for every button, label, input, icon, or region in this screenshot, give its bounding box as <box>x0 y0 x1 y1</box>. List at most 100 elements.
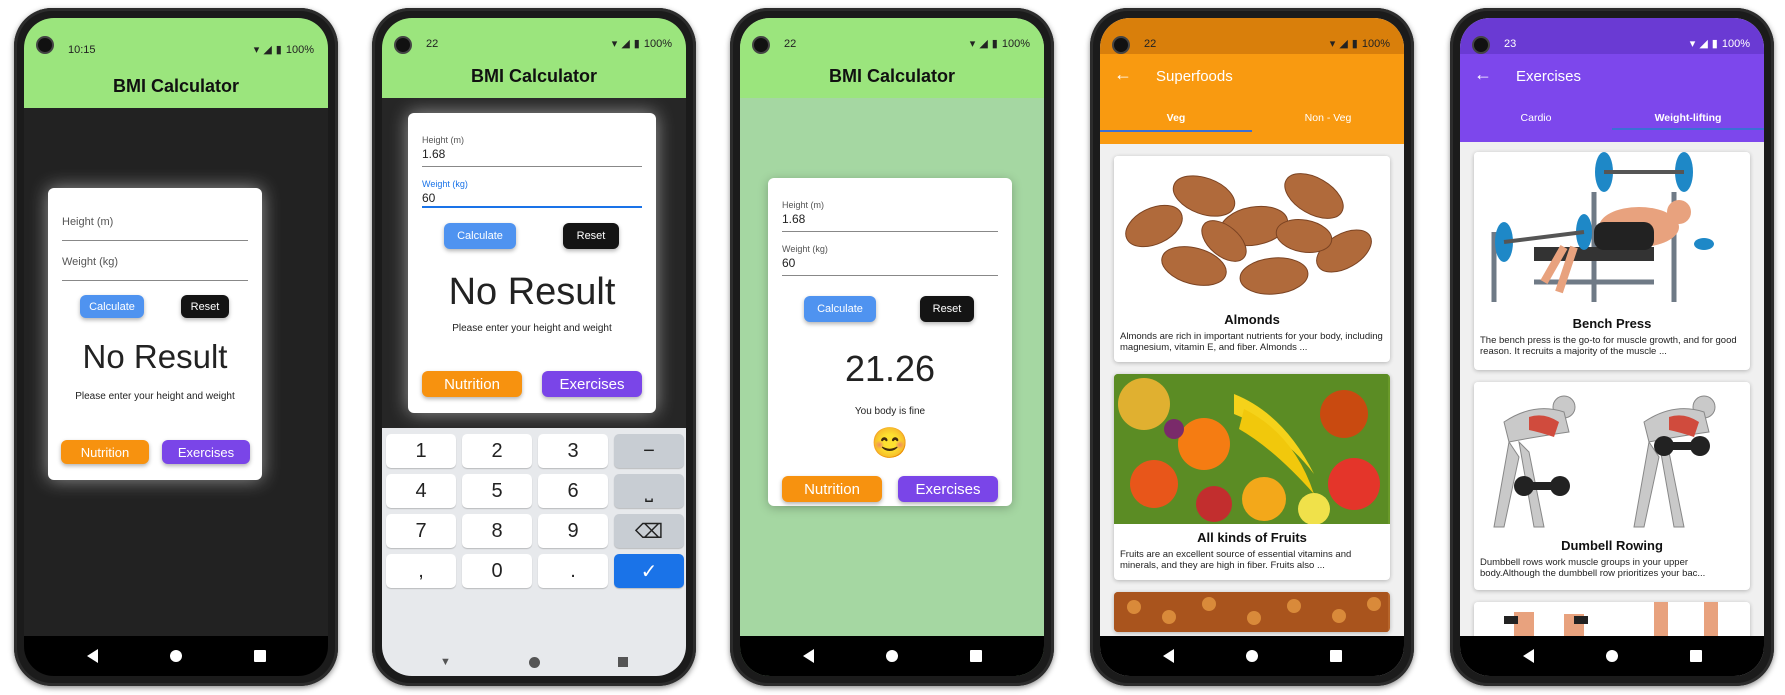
height-field[interactable]: Height (m) <box>62 214 248 241</box>
exercise-item[interactable]: Bench Press The bench press is the go-to… <box>1474 152 1750 370</box>
back-icon[interactable] <box>1522 649 1534 663</box>
page-title: Superfoods <box>1156 68 1233 85</box>
camera-icon <box>394 36 412 54</box>
keypad-key[interactable]: ⌫ <box>614 514 684 548</box>
bmi-card: Height (m) Weight (kg) Calculate Reset N… <box>48 188 262 480</box>
weight-field[interactable]: Weight (kg) 60 <box>422 179 642 208</box>
tab-weight-lifting[interactable]: Weight-lifting <box>1612 100 1764 130</box>
camera-icon <box>1472 36 1490 54</box>
back-icon[interactable] <box>1162 649 1174 663</box>
home-icon[interactable] <box>169 650 182 662</box>
battery-icon: ▮ <box>633 38 640 50</box>
stage: 10:15 ▾ ◢ ▮ 100% BMI Calculator Height (m) … <box>0 0 1785 695</box>
signal-icon: ◢ <box>263 44 272 56</box>
back-icon[interactable] <box>802 649 814 663</box>
back-icon[interactable] <box>86 649 98 663</box>
home-icon[interactable] <box>528 656 540 668</box>
reset-button[interactable]: Reset <box>563 223 619 249</box>
keypad-key[interactable]: , <box>386 554 456 588</box>
keypad-key[interactable]: 4 <box>386 474 456 508</box>
prompt-text: Please enter your height and weight <box>75 391 235 402</box>
nutrition-button[interactable]: Nutrition <box>422 371 522 397</box>
hide-keyboard-icon[interactable]: ▼ <box>440 656 451 668</box>
weight-field[interactable]: Weight (kg) <box>62 254 248 281</box>
keypad-key[interactable]: 8 <box>462 514 532 548</box>
back-arrow-icon[interactable]: ← <box>1114 64 1132 85</box>
wifi-icon: ▾ <box>1689 38 1696 50</box>
food-desc: Almonds are rich in important nutrients … <box>1120 331 1383 354</box>
calculate-button[interactable]: Calculate <box>80 295 144 318</box>
height-placeholder: Height (m) <box>62 216 114 228</box>
home-icon[interactable] <box>885 650 898 662</box>
result-text: No Result <box>82 338 228 375</box>
recents-icon[interactable] <box>253 650 266 662</box>
page-title: BMI Calculator <box>828 65 956 86</box>
recents-icon[interactable] <box>617 657 628 667</box>
keypad-key[interactable]: 0 <box>462 554 532 588</box>
nuts-image <box>1114 592 1390 632</box>
weight-value: 60 <box>782 256 796 270</box>
home-icon[interactable] <box>1245 650 1258 662</box>
nutrition-button[interactable]: Nutrition <box>61 440 149 464</box>
weight-field[interactable]: Weight (kg) 60 <box>782 244 998 276</box>
tab-non-veg[interactable]: Non - Veg <box>1252 100 1404 132</box>
exercise-item[interactable]: Dumbell Rowing Dumbbell rows work muscle… <box>1474 382 1750 590</box>
dumbbell-rowing-image <box>1474 382 1750 532</box>
reset-button[interactable]: Reset <box>181 295 229 318</box>
keypad-key[interactable]: 7 <box>386 514 456 548</box>
phone-2: 22 ▾ ◢ ▮ 100% BMI Calculator Height (m) 1.6… <box>372 8 696 686</box>
home-icon[interactable] <box>1605 650 1618 662</box>
keypad-key[interactable]: 9 <box>538 514 608 548</box>
wifi-icon: ▾ <box>253 44 260 56</box>
keyboard-nav: ▼ <box>382 656 686 668</box>
keypad-key[interactable]: 2 <box>462 434 532 468</box>
keypad-key[interactable]: ⎵ <box>614 474 684 508</box>
bmi-card: Height (m) 1.68 Weight (kg) 60 Calculate… <box>768 178 1012 506</box>
keypad-key[interactable]: − <box>614 434 684 468</box>
calculate-button[interactable]: Calculate <box>804 296 876 322</box>
exercises-button[interactable]: Exercises <box>542 371 642 397</box>
numeric-keyboard: 1 2 3− 4 5 6 ⎵ 7 8 9 ⌫, 0. ✓ ▼ <box>382 428 686 676</box>
weight-label: Weight (kg) <box>782 244 828 254</box>
food-item[interactable]: Almonds Almonds are rich in important nu… <box>1114 156 1390 362</box>
food-title: Almonds <box>1224 312 1280 327</box>
status-time: 10:15 <box>68 44 96 56</box>
keypad-key[interactable]: 6 <box>538 474 608 508</box>
bmi-input-screen: 22 ▾ ◢ ▮ 100% BMI Calculator Height (m) 1.6… <box>382 18 686 676</box>
recents-icon[interactable] <box>1689 650 1702 662</box>
bmi-empty-screen: 10:15 ▾ ◢ ▮ 100% BMI Calculator Height (m) … <box>24 18 328 676</box>
keypad-key[interactable]: . <box>538 554 608 588</box>
height-field[interactable]: Height (m) 1.68 <box>422 135 642 167</box>
exercise-desc: The bench press is the go-to for muscle … <box>1480 335 1737 358</box>
wifi-icon: ▾ <box>969 38 976 50</box>
keypad-key[interactable]: 3 <box>538 434 608 468</box>
food-title: All kinds of Fruits <box>1197 530 1307 545</box>
tab-cardio[interactable]: Cardio <box>1460 100 1612 130</box>
exercises-screen: 23 ▾ ◢ ▮ 100% ← Exercises Cardio Weight-lif… <box>1460 18 1764 676</box>
smile-emoji-icon: 😊 <box>871 427 909 460</box>
tab-bar: Cardio Weight-lifting <box>1460 100 1764 130</box>
reset-button[interactable]: Reset <box>920 296 974 322</box>
app-bar: ← Superfoods Veg Non - Veg <box>1100 54 1404 144</box>
keypad-key[interactable]: 1 <box>386 434 456 468</box>
weight-placeholder: Weight (kg) <box>62 256 119 268</box>
food-item[interactable]: All kinds of Fruits Fruits are an excell… <box>1114 374 1390 580</box>
nutrition-button[interactable]: Nutrition <box>782 476 882 502</box>
exercises-button[interactable]: Exercises <box>898 476 998 502</box>
battery-level: 100% <box>1361 37 1390 50</box>
keypad-key[interactable]: 5 <box>462 474 532 508</box>
phone-5: 23 ▾ ◢ ▮ 100% ← Exercises Cardio Weight-lif… <box>1450 8 1774 686</box>
page-title: BMI Calculator <box>112 75 240 96</box>
keypad-key[interactable]: ✓ <box>614 554 684 588</box>
tab-veg[interactable]: Veg <box>1100 100 1252 132</box>
back-arrow-icon[interactable]: ← <box>1474 64 1492 85</box>
exercises-button[interactable]: Exercises <box>162 440 250 464</box>
food-item[interactable] <box>1114 592 1390 632</box>
recents-icon[interactable] <box>969 650 982 662</box>
height-field[interactable]: Height (m) 1.68 <box>782 200 998 232</box>
calculate-button[interactable]: Calculate <box>444 223 516 249</box>
battery-icon: ▮ <box>1351 38 1358 50</box>
recents-icon[interactable] <box>1329 650 1342 662</box>
battery-level: 100% <box>285 43 314 56</box>
battery-icon: ▮ <box>275 44 282 56</box>
